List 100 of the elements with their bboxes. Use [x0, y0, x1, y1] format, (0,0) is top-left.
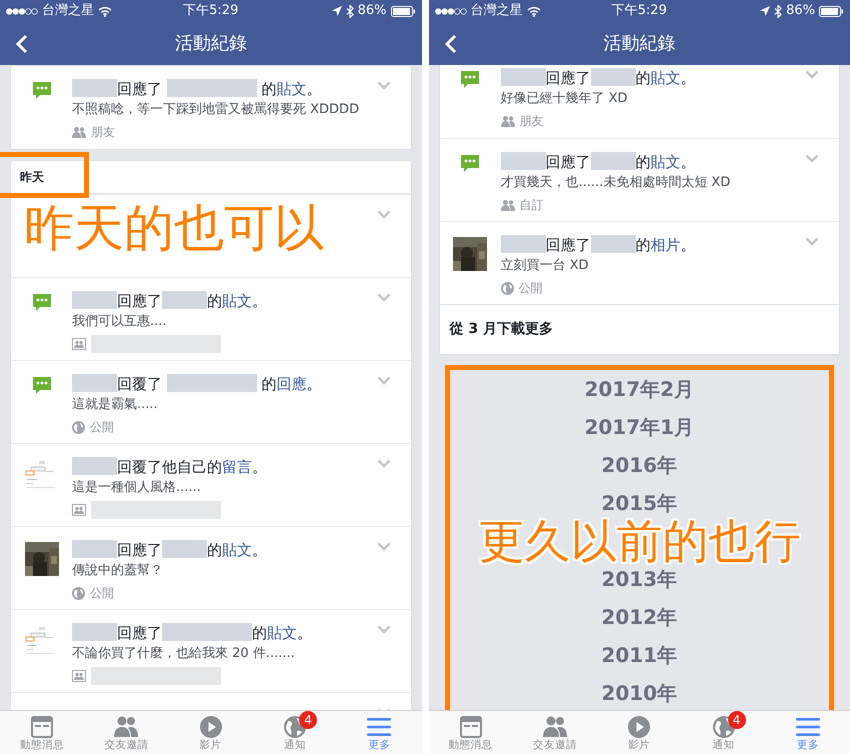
- tab-item[interactable]: 4 通知: [681, 711, 766, 754]
- comment-icon: [460, 154, 480, 174]
- comment-text: 這就是霸氣.....: [72, 396, 159, 414]
- battery-percent: 86%: [786, 2, 816, 20]
- comment-text: 好像已經十幾年了 XD: [500, 90, 629, 108]
- post-link[interactable]: 貼文: [267, 624, 297, 642]
- tab-item[interactable]: 4 通知: [252, 711, 338, 754]
- chevron-down-icon[interactable]: [376, 625, 390, 634]
- activity-text: 回覆了他自己的留言。: [72, 457, 376, 477]
- year-link[interactable]: 2011年: [450, 636, 829, 674]
- comment-text: 我們可以互惠....: [72, 313, 168, 331]
- comment-text: 傳說中的蓋幫？: [72, 562, 164, 580]
- blurred-name: [500, 68, 546, 86]
- post-link[interactable]: 貼文: [222, 292, 252, 310]
- album-icon: [72, 338, 86, 350]
- chevron-down-icon[interactable]: [376, 210, 390, 219]
- activity-text: 回應了 的貼文。: [72, 540, 376, 560]
- post-link[interactable]: 貼文: [650, 153, 680, 171]
- carrier-name: 台灣之星: [470, 2, 522, 20]
- tab-item[interactable]: 影片: [597, 711, 682, 754]
- globe-icon: [500, 282, 514, 294]
- activity-text: 回應了 的貼文。: [72, 623, 376, 643]
- comment-text: 不照稿唸，等一下踩到地雷又被罵得要死 XDDDD: [72, 101, 360, 119]
- blurred-name: [72, 374, 117, 392]
- audience-label: 公開: [90, 419, 114, 436]
- friends-icon: [113, 715, 140, 739]
- year-link[interactable]: 2017年2月: [450, 370, 829, 408]
- activity-text: 回應了 的貼文。: [72, 79, 376, 99]
- page-title: 活動紀錄: [174, 32, 247, 56]
- location-icon: [332, 6, 342, 16]
- blurred-name: [500, 152, 546, 170]
- chevron-down-icon[interactable]: [805, 154, 819, 163]
- audience-label: 公開: [518, 280, 542, 297]
- audience-label: 朋友: [520, 113, 544, 130]
- blurred-name: [162, 540, 207, 558]
- activity-text: 回應了 的貼文。: [72, 291, 376, 311]
- wifi-icon: [98, 6, 112, 16]
- blurred-name: [162, 291, 207, 309]
- chevron-down-icon[interactable]: [376, 293, 390, 302]
- back-icon: [16, 34, 28, 54]
- play-icon: [627, 715, 652, 739]
- chevron-down-icon[interactable]: [376, 459, 390, 468]
- blurred-name: [72, 457, 117, 475]
- tab-item[interactable]: 動態消息: [428, 711, 513, 754]
- location-icon: [760, 6, 770, 16]
- year-link[interactable]: 2010年: [450, 674, 829, 710]
- tab-item[interactable]: 動態消息: [0, 711, 84, 754]
- chevron-down-icon[interactable]: [805, 70, 819, 79]
- blurred-name: [72, 623, 117, 641]
- bluetooth-icon: [774, 4, 782, 18]
- tab-item[interactable]: 更多: [337, 711, 422, 754]
- post-link[interactable]: 相片: [650, 236, 680, 254]
- comment-icon: [32, 81, 52, 101]
- album-icon: [72, 670, 86, 682]
- globe-icon: [72, 586, 85, 600]
- globe-icon: [72, 420, 85, 434]
- year-link[interactable]: 2017年1月: [450, 408, 829, 446]
- blurred-name: [590, 235, 636, 253]
- post-link[interactable]: 貼文: [222, 541, 252, 559]
- blurred-name: [72, 540, 117, 558]
- back-button[interactable]: [16, 34, 28, 54]
- audience-label: 朋友: [91, 124, 115, 141]
- blurred-name: [72, 291, 117, 309]
- battery-percent: 86%: [358, 2, 387, 20]
- tab-item[interactable]: 交友邀請: [512, 711, 598, 754]
- load-more-button[interactable]: 從 3 月下載更多: [440, 304, 839, 354]
- activity-text: 回應了 的貼文。: [500, 152, 805, 172]
- post-link[interactable]: 貼文: [650, 69, 680, 87]
- chevron-down-icon[interactable]: [805, 237, 819, 246]
- comment-icon: [32, 376, 52, 396]
- comment-text: 才買幾天，也......未免相處時間太短 XD: [500, 174, 732, 192]
- back-button[interactable]: [444, 34, 456, 54]
- blurred-name: [72, 79, 117, 97]
- chevron-down-icon[interactable]: [376, 376, 390, 385]
- year-link[interactable]: 2016年: [450, 446, 829, 484]
- annotation-text: 昨天的也可以: [24, 203, 325, 253]
- section-heading: 昨天: [20, 169, 44, 186]
- status-time: 下午5:29: [612, 2, 667, 20]
- signal-icon: [434, 8, 466, 14]
- audience-label: 自訂: [520, 197, 544, 214]
- back-icon: [444, 34, 456, 54]
- chevron-down-icon[interactable]: [376, 542, 390, 551]
- activity-text: 回應了 的貼文。: [500, 68, 805, 88]
- tab-item[interactable]: 影片: [168, 711, 253, 754]
- post-link[interactable]: 回應: [276, 375, 307, 393]
- tab-item[interactable]: 交友邀請: [84, 711, 169, 754]
- chevron-down-icon[interactable]: [376, 81, 390, 90]
- status-time: 下午5:29: [183, 2, 238, 20]
- news-feed-icon: [30, 715, 54, 739]
- menu-icon: [366, 715, 392, 739]
- blurred-name: [590, 152, 636, 170]
- people-icon: [72, 126, 86, 138]
- tab-item[interactable]: 更多: [766, 711, 850, 754]
- activity-text: 回應了 的相片。: [500, 235, 805, 255]
- post-link[interactable]: 貼文: [276, 80, 307, 98]
- year-link[interactable]: 2012年: [450, 598, 829, 636]
- signal-icon: [6, 8, 38, 14]
- menu-icon: [794, 715, 821, 739]
- post-link[interactable]: 留言: [222, 458, 252, 476]
- play-icon: [198, 715, 223, 739]
